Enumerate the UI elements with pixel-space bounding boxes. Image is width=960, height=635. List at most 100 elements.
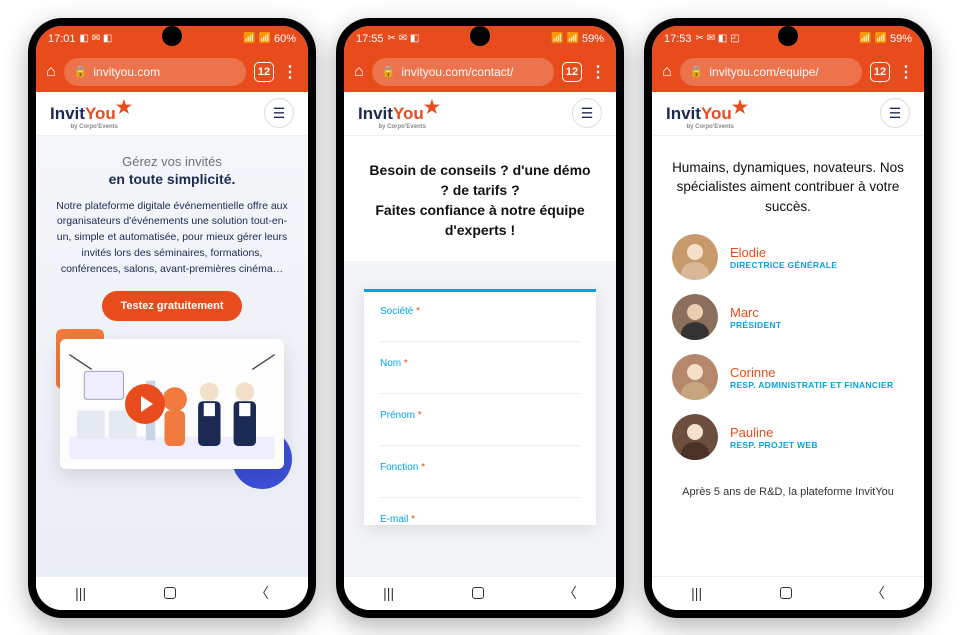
label-email: E-mail *	[380, 514, 580, 525]
status-notif-icons: ✂ ✉ ◧	[388, 33, 420, 44]
label-nom: Nom *	[380, 358, 580, 369]
nav-home-icon[interactable]	[780, 587, 792, 599]
url-bar[interactable]: 🔒 invityou.com	[64, 58, 246, 86]
illustration-svg	[60, 339, 284, 469]
hamburger-button[interactable]: ☰	[572, 98, 602, 128]
status-battery: 59%	[890, 33, 912, 45]
field-prenom: Prénom *	[380, 410, 580, 446]
url-text: invityou.com	[93, 65, 160, 79]
field-email: E-mail *	[380, 514, 580, 525]
url-text: invityou.com/contact/	[401, 65, 513, 79]
logo[interactable]: InvitYou★ by Corpo'Events	[50, 103, 132, 124]
video-thumbnail[interactable]	[60, 339, 284, 469]
nav-home-icon[interactable]	[164, 587, 176, 599]
android-nav: ||| 〈	[652, 576, 924, 610]
hero-section: Gérez vos invités en toute simplicité. N…	[36, 136, 308, 576]
phone-mockup-contact: 17:55 ✂ ✉ ◧ 📶 📶 59% ⌂ 🔒 invityou.com/con…	[336, 18, 624, 618]
status-notif-icons: ◧ ✉ ◧	[80, 33, 113, 44]
hamburger-button[interactable]: ☰	[880, 98, 910, 128]
contact-heading: Besoin de conseils ? d'une démo ? de tar…	[364, 160, 596, 241]
team-heading-block: Humains, dynamiques, novateurs. Nos spéc…	[652, 136, 924, 231]
logo-sub: by Corpo'Events	[71, 124, 118, 130]
browser-toolbar: ⌂ 🔒 invityou.com/equipe/ 12 ⋮	[652, 52, 924, 92]
logo-part2: You	[85, 104, 116, 124]
team-list: Elodie DIRECTRICE GÉNÉRALE Marc PRÉSIDEN…	[652, 230, 924, 478]
logo-star-icon: ★	[424, 97, 440, 118]
member-name: Elodie	[730, 245, 837, 260]
more-icon[interactable]: ⋮	[590, 62, 606, 82]
hero-body: Notre plateforme digitale événementielle…	[52, 199, 292, 278]
team-member: Pauline RESP. PROJET WEB	[672, 414, 904, 460]
avatar	[672, 294, 718, 340]
nav-back-icon[interactable]: 〈	[871, 583, 885, 603]
logo[interactable]: InvitYou★ by Corpo'Events	[666, 103, 748, 124]
input-societe[interactable]	[380, 321, 580, 342]
member-name: Pauline	[730, 425, 818, 440]
nav-recents-icon[interactable]: |||	[383, 585, 394, 601]
contact-section: Besoin de conseils ? d'une démo ? de tar…	[344, 136, 616, 576]
hero-title-1: Gérez vos invités	[52, 154, 292, 169]
nav-back-icon[interactable]: 〈	[255, 583, 269, 603]
home-icon[interactable]: ⌂	[662, 63, 672, 81]
more-icon[interactable]: ⋮	[282, 62, 298, 82]
logo-star-icon: ★	[116, 97, 132, 118]
status-time: 17:01	[48, 33, 76, 45]
field-societe: Société *	[380, 306, 580, 342]
label-prenom: Prénom *	[380, 410, 580, 421]
contact-form: Société * Nom * Prénom * Fonction *	[364, 289, 596, 525]
android-nav: ||| 〈	[36, 576, 308, 610]
hero-illustration	[60, 339, 284, 469]
url-bar[interactable]: 🔒 invityou.com/equipe/	[680, 58, 862, 86]
logo-part1: Invit	[666, 104, 701, 124]
play-icon[interactable]	[125, 384, 165, 424]
nav-recents-icon[interactable]: |||	[75, 585, 86, 601]
input-nom[interactable]	[380, 373, 580, 394]
team-member: Corinne RESP. ADMINISTRATIF ET FINANCIER	[672, 354, 904, 400]
lock-icon: 🔒	[382, 65, 396, 78]
team-member: Elodie DIRECTRICE GÉNÉRALE	[672, 234, 904, 280]
more-icon[interactable]: ⋮	[898, 62, 914, 82]
phone-mockup-home: 17:01 ◧ ✉ ◧ 📶 📶 60% ⌂ 🔒 invityou.com 12 …	[28, 18, 316, 618]
status-signal-icons: 📶 📶	[243, 33, 271, 44]
logo[interactable]: InvitYou★ by Corpo'Events	[358, 103, 440, 124]
avatar	[672, 234, 718, 280]
status-notif-icons: ✂ ✉ ◧ ◰	[696, 33, 740, 44]
nav-home-icon[interactable]	[472, 587, 484, 599]
screen: 17:01 ◧ ✉ ◧ 📶 📶 60% ⌂ 🔒 invityou.com 12 …	[36, 26, 308, 610]
team-section: Humains, dynamiques, novateurs. Nos spéc…	[652, 136, 924, 576]
input-fonction[interactable]	[380, 477, 580, 498]
logo-part1: Invit	[50, 104, 85, 124]
member-role: RESP. ADMINISTRATIF ET FINANCIER	[730, 380, 893, 390]
cta-button[interactable]: Testez gratuitement	[102, 291, 241, 321]
hamburger-button[interactable]: ☰	[264, 98, 294, 128]
field-nom: Nom *	[380, 358, 580, 394]
logo-part2: You	[393, 104, 424, 124]
member-role: PRÉSIDENT	[730, 320, 781, 330]
hero-title-2: en toute simplicité.	[52, 171, 292, 187]
input-prenom[interactable]	[380, 425, 580, 446]
member-name: Marc	[730, 305, 781, 320]
browser-toolbar: ⌂ 🔒 invityou.com 12 ⋮	[36, 52, 308, 92]
nav-back-icon[interactable]: 〈	[563, 583, 577, 603]
tab-count[interactable]: 12	[254, 62, 274, 82]
phone-notch	[162, 26, 182, 46]
logo-part1: Invit	[358, 104, 393, 124]
home-icon[interactable]: ⌂	[354, 63, 364, 81]
tab-count[interactable]: 12	[870, 62, 890, 82]
tab-count[interactable]: 12	[562, 62, 582, 82]
site-header: InvitYou★ by Corpo'Events ☰	[652, 92, 924, 136]
phone-notch	[470, 26, 490, 46]
logo-sub: by Corpo'Events	[379, 124, 426, 130]
logo-sub: by Corpo'Events	[687, 124, 734, 130]
team-footer-text: Après 5 ans de R&D, la plateforme InvitY…	[652, 478, 924, 506]
browser-toolbar: ⌂ 🔒 invityou.com/contact/ 12 ⋮	[344, 52, 616, 92]
nav-recents-icon[interactable]: |||	[691, 585, 702, 601]
screen: 17:55 ✂ ✉ ◧ 📶 📶 59% ⌂ 🔒 invityou.com/con…	[344, 26, 616, 610]
site-header: InvitYou★ by Corpo'Events ☰	[36, 92, 308, 136]
avatar	[672, 354, 718, 400]
avatar	[672, 414, 718, 460]
url-bar[interactable]: 🔒 invityou.com/contact/	[372, 58, 554, 86]
status-time: 17:53	[664, 33, 692, 45]
site-header: InvitYou★ by Corpo'Events ☰	[344, 92, 616, 136]
home-icon[interactable]: ⌂	[46, 63, 56, 81]
